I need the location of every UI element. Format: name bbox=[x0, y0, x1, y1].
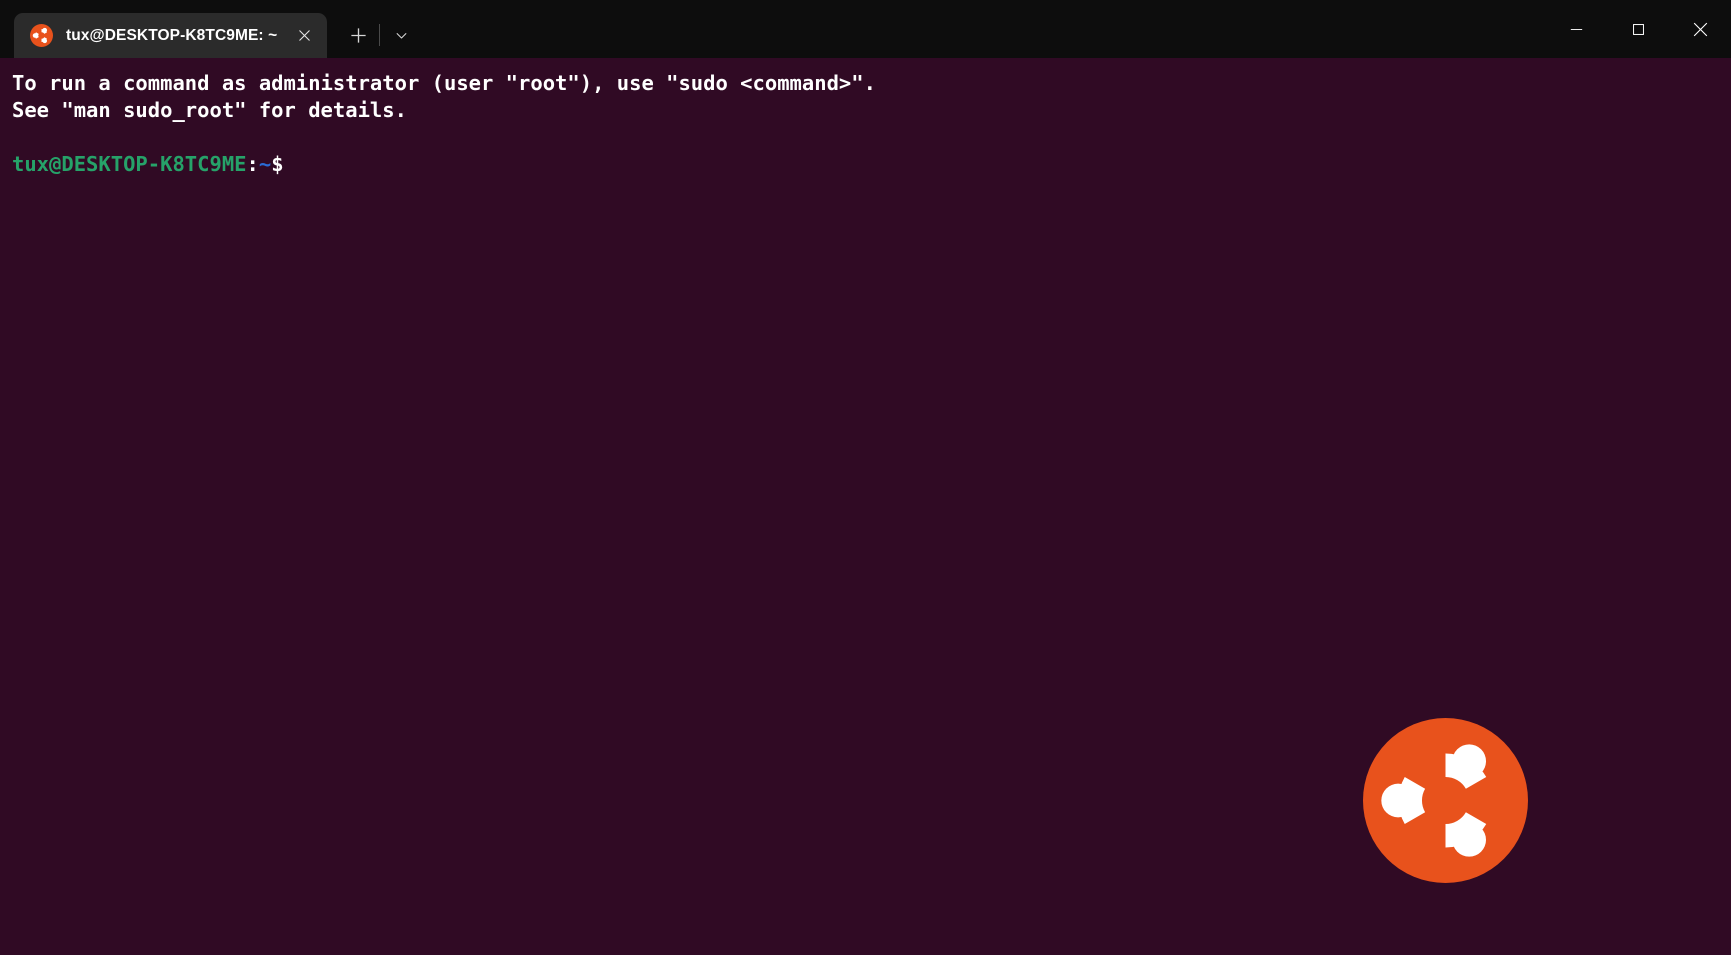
prompt-sigil: $ bbox=[271, 152, 284, 176]
terminal-output-line: To run a command as administrator (user … bbox=[12, 71, 876, 95]
prompt-path: ~ bbox=[258, 152, 272, 176]
new-tab-button[interactable] bbox=[339, 13, 377, 58]
window-controls bbox=[1545, 0, 1731, 58]
terminal-pane[interactable]: To run a command as administrator (user … bbox=[0, 58, 1731, 955]
maximize-button[interactable] bbox=[1607, 0, 1669, 58]
ubuntu-logo-watermark bbox=[1363, 718, 1528, 883]
minimize-button[interactable] bbox=[1545, 0, 1607, 58]
terminal-output-line: See "man sudo_root" for details. bbox=[12, 98, 407, 122]
tab-strip: tux@DESKTOP-K8TC9ME: ~ bbox=[0, 0, 420, 58]
tab-close-icon[interactable] bbox=[287, 19, 321, 53]
prompt-user-host: tux@DESKTOP-K8TC9ME bbox=[12, 152, 247, 176]
terminal-window: tux@DESKTOP-K8TC9ME: ~ To run a command … bbox=[0, 0, 1731, 955]
terminal-prompt-line: tux@DESKTOP-K8TC9ME:~$ bbox=[12, 151, 1731, 178]
tab-title: tux@DESKTOP-K8TC9ME: ~ bbox=[66, 26, 278, 44]
tabbar-separator bbox=[379, 24, 381, 46]
close-button[interactable] bbox=[1669, 0, 1731, 58]
prompt-separator: : bbox=[246, 152, 259, 176]
tab-active[interactable]: tux@DESKTOP-K8TC9ME: ~ bbox=[14, 13, 328, 58]
titlebar: tux@DESKTOP-K8TC9ME: ~ bbox=[0, 0, 1731, 58]
ubuntu-icon bbox=[30, 24, 53, 47]
chevron-down-icon[interactable] bbox=[382, 13, 420, 58]
